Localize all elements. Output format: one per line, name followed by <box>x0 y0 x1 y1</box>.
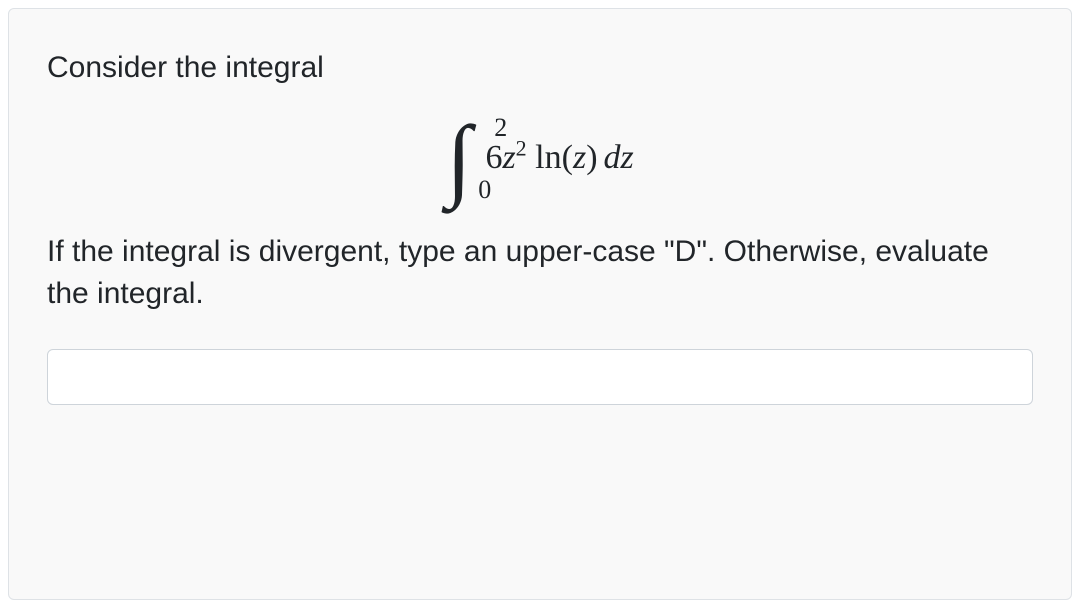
question-card: Consider the integral ∫ 2 0 6z2 ln(z)dz … <box>8 8 1072 600</box>
integral-symbol: ∫ <box>446 119 471 197</box>
exponent: 2 <box>516 136 527 161</box>
coefficient: 6 <box>485 139 502 176</box>
variable-z: z <box>502 139 515 176</box>
integral-expression: ∫ 2 0 6z2 ln(z)dz <box>47 119 1033 197</box>
integral-wrapper: ∫ 2 0 6z2 ln(z)dz <box>446 119 634 197</box>
lower-limit: 0 <box>478 175 491 205</box>
differential: dz <box>604 139 634 176</box>
function-ln: ln <box>535 139 561 176</box>
upper-limit: 2 <box>494 113 507 143</box>
instruction-text: If the integral is divergent, type an up… <box>47 231 1033 315</box>
variable-z-arg: z <box>573 139 586 176</box>
answer-input[interactable] <box>47 349 1033 405</box>
integrand: 6z2 ln(z)dz <box>485 141 633 175</box>
prompt-text: Consider the integral <box>47 47 1033 89</box>
integral-sign: ∫ 2 0 <box>446 119 471 197</box>
